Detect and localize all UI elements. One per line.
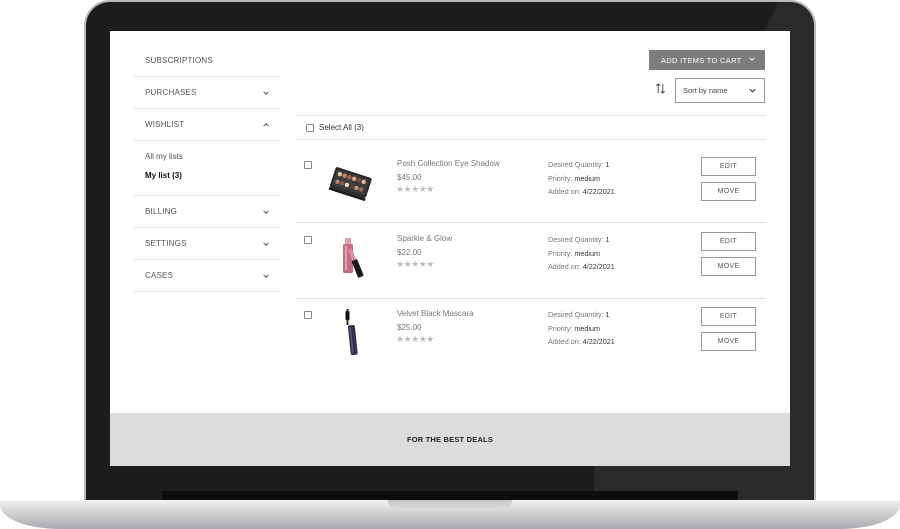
qty-label: Desired Quantity: <box>548 235 604 244</box>
chevron-down-icon[interactable] <box>748 55 756 63</box>
chevron-down-icon <box>263 241 269 246</box>
sort-select[interactable]: Sort by name <box>675 78 765 103</box>
priority-label: Priority: <box>548 173 573 183</box>
sidebar-link-my-list[interactable]: My list (3) <box>145 170 269 189</box>
wishlist-item: Sparkle & Glow $22.00 ★★★★★ Desired Quan… <box>296 232 766 307</box>
product-name[interactable]: Posh Collection Eye Shadow <box>397 159 500 168</box>
chevron-up-icon <box>263 122 269 127</box>
product-price: $25.00 <box>397 323 422 332</box>
wishlist-item: Velvet Black Mascara $25.00 ★★★★★ Desire… <box>296 307 766 382</box>
sort-order-icon[interactable] <box>655 83 666 94</box>
qty-value: 1 <box>605 160 610 169</box>
edit-button[interactable]: EDIT <box>701 232 756 251</box>
product-image-lip-gloss[interactable] <box>326 232 376 282</box>
chevron-down-icon <box>263 209 269 214</box>
divider <box>296 222 766 223</box>
product-image-eyeshadow[interactable] <box>326 157 376 207</box>
item-meta: Desired Quantity: 1 Priority: medium Add… <box>548 308 615 349</box>
sidebar-item-settings[interactable]: SETTINGS <box>134 228 280 260</box>
sidebar-item-label: SUBSCRIPTIONS <box>145 56 213 65</box>
rating-stars: ★★★★★ <box>396 334 434 344</box>
sidebar-item-subscriptions[interactable]: SUBSCRIPTIONS <box>134 45 280 77</box>
sidebar-item-cases[interactable]: CASES <box>134 260 280 292</box>
sidebar-item-label: BILLING <box>145 207 178 216</box>
priority-value: medium <box>574 173 600 183</box>
priority-label: Priority: <box>548 323 573 333</box>
laptop-notch <box>388 500 512 510</box>
add-items-to-cart-label: ADD ITEMS TO CART <box>661 55 742 65</box>
add-items-to-cart-button[interactable]: ADD ITEMS TO CART <box>649 50 765 70</box>
sidebar-item-billing[interactable]: BILLING <box>134 196 280 228</box>
chevron-down-icon <box>749 88 756 93</box>
sidebar-item-label: PURCHASES <box>145 88 197 97</box>
product-price: $45.00 <box>397 173 422 182</box>
priority-value: medium <box>574 248 600 258</box>
product-name[interactable]: Sparkle & Glow <box>397 234 452 243</box>
wishlist-submenu: All my lists My list (3) <box>134 141 280 196</box>
chevron-down-icon <box>263 90 269 95</box>
laptop-hinge <box>162 491 738 500</box>
added-label: Added on: <box>548 187 581 197</box>
item-meta: Desired Quantity: 1 Priority: medium Add… <box>548 158 615 199</box>
sidebar-item-label: CASES <box>145 271 174 280</box>
rating-stars: ★★★★★ <box>396 184 434 194</box>
qty-value: 1 <box>605 235 610 244</box>
sidebar-item-label: WISHLIST <box>145 120 185 129</box>
sidebar-link-all-lists[interactable]: All my lists <box>145 151 269 170</box>
priority-value: medium <box>574 323 600 333</box>
move-button[interactable]: MOVE <box>701 257 756 276</box>
laptop-screen: SUBSCRIPTIONS PURCHASES WISHLIST All my … <box>110 31 790 466</box>
move-button[interactable]: MOVE <box>701 182 756 201</box>
added-label: Added on: <box>548 262 581 272</box>
added-value: 4/22/2021 <box>582 187 615 197</box>
rating-stars: ★★★★★ <box>396 259 434 269</box>
edit-button[interactable]: EDIT <box>701 157 756 176</box>
item-checkbox[interactable] <box>304 236 312 244</box>
wishlist-item: Posh Collection Eye Shadow $45.00 ★★★★★ … <box>296 157 766 232</box>
move-button[interactable]: MOVE <box>701 332 756 351</box>
product-price: $22.00 <box>397 248 422 257</box>
wishlist-main: ADD ITEMS TO CART Sort by name Select Al… <box>296 31 766 413</box>
qty-label: Desired Quantity: <box>548 160 604 169</box>
product-image-mascara[interactable] <box>326 307 376 357</box>
divider <box>296 115 766 116</box>
added-label: Added on: <box>548 337 581 347</box>
added-value: 4/22/2021 <box>582 262 615 272</box>
footer-banner: FOR THE BEST DEALS <box>110 413 790 466</box>
item-checkbox[interactable] <box>304 311 312 319</box>
select-all-control[interactable]: Select All (3) <box>301 123 364 132</box>
sidebar-item-purchases[interactable]: PURCHASES <box>134 77 280 109</box>
divider <box>296 298 766 299</box>
item-checkbox[interactable] <box>304 161 312 169</box>
qty-value: 1 <box>605 310 610 319</box>
priority-label: Priority: <box>548 248 573 258</box>
product-name[interactable]: Velvet Black Mascara <box>397 309 473 318</box>
edit-button[interactable]: EDIT <box>701 307 756 326</box>
divider <box>296 139 766 140</box>
item-meta: Desired Quantity: 1 Priority: medium Add… <box>548 233 615 274</box>
sidebar-item-label: SETTINGS <box>145 239 187 248</box>
select-all-checkbox[interactable] <box>306 123 314 132</box>
select-all-label: Select All (3) <box>319 123 364 132</box>
sort-select-value: Sort by name <box>683 86 728 95</box>
account-sidebar: SUBSCRIPTIONS PURCHASES WISHLIST All my … <box>134 45 280 292</box>
added-value: 4/22/2021 <box>582 337 615 347</box>
chevron-down-icon <box>263 273 269 278</box>
qty-label: Desired Quantity: <box>548 310 604 319</box>
footer-banner-text: FOR THE BEST DEALS <box>406 435 494 444</box>
sidebar-item-wishlist[interactable]: WISHLIST <box>134 109 280 141</box>
